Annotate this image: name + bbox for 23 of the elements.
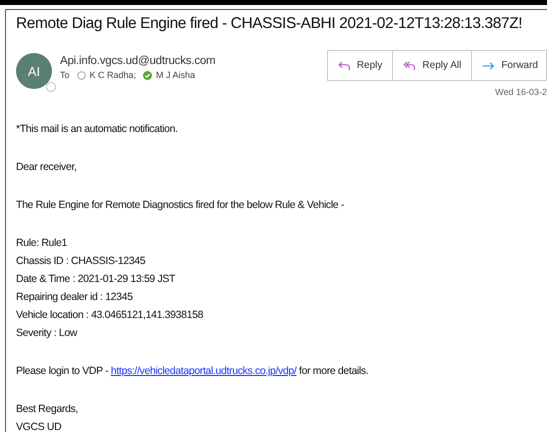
body-text: The Rule Engine for Remote Diagnostics fired for the below Rule & Vehicle - [16, 198, 346, 213]
presence-icon [46, 82, 56, 92]
body-text: Best Regards, [16, 402, 79, 417]
body-text: Vehicle location : 43.0465121,141.3938158 [16, 308, 204, 323]
body-text: Severity : Low [16, 326, 78, 341]
body-text: *This mail is an automatic notification. [16, 122, 179, 137]
body-text: Chassis ID : CHASSIS-12345 [16, 254, 146, 269]
recipient-name[interactable]: K C Radha; [90, 70, 136, 80]
body-text: Date & Time : 2021-01-29 13:59 JST [16, 272, 176, 287]
body-text: Dear receiver, [16, 160, 78, 175]
forward-icon [482, 60, 496, 72]
body-text: Rule: Rule1 [16, 236, 68, 251]
body-text: Repairing dealer id : 12345 [16, 290, 134, 305]
reply-all-icon [403, 60, 416, 72]
to-label: To [60, 70, 70, 80]
body-text: VGCS UD [16, 420, 62, 432]
portal-link[interactable]: https://vehicledataportal.udtrucks.co.jp/vdp/ [110, 365, 296, 377]
received-date: Wed 16-03-2 [495, 87, 547, 97]
sender-address[interactable]: Api.info.vgcs.ud@udtrucks.com [60, 55, 327, 67]
recipient-name[interactable]: M J Aisha [156, 70, 196, 80]
body-text: Please login to VDP - https://vehicledataportal.udtrucks.co.jp/vdp/ for more details. [16, 364, 370, 379]
email-subject: Remote Diag Rule Engine fired - CHASSIS-ABHI 2021-02-12T13:28:13.387Z! [16, 15, 524, 33]
reply-icon [338, 60, 351, 72]
